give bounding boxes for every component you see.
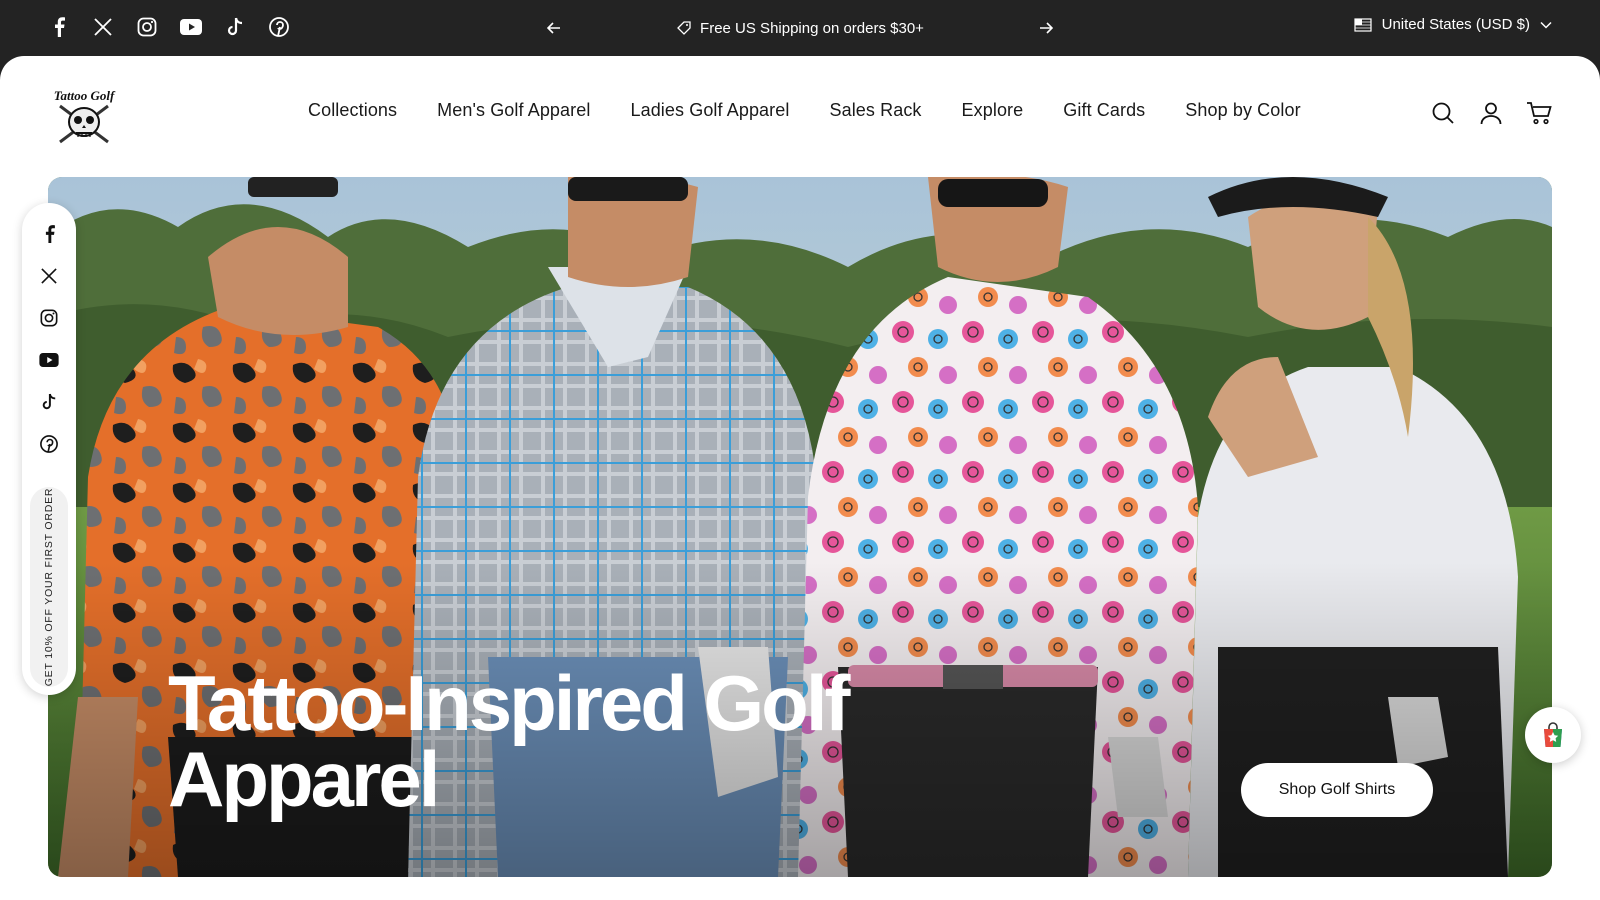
youtube-icon[interactable] [39,350,59,370]
shopping-bag-star-icon [1544,722,1562,747]
hero-title: Tattoo-Inspired Golf Apparel [168,659,850,823]
tiktok-icon[interactable] [39,392,59,412]
chevron-down-icon [1540,21,1552,29]
country-currency-selector[interactable]: United States (USD $) [1354,16,1552,33]
x-icon[interactable] [92,16,114,38]
youtube-icon[interactable] [180,16,202,38]
announcement-bar: Free US Shipping on orders $30+ United S… [0,0,1600,56]
hero-banner: Tattoo-Inspired Golf Apparel Shop Golf S… [48,177,1552,877]
account-icon[interactable] [1478,100,1504,126]
shipping-tag-icon [677,21,691,35]
header-actions [1430,100,1552,126]
promo-text: GET 10% OFF YOUR FIRST ORDER [43,487,55,687]
tiktok-icon[interactable] [224,16,246,38]
first-order-discount-tab[interactable]: GET 10% OFF YOUR FIRST ORDER [30,487,68,687]
page-content: Tattoo Golf Collections Men's Golf Appar… [0,56,1600,900]
facebook-icon[interactable] [39,224,59,244]
announcement-message[interactable]: Free US Shipping on orders $30+ [676,20,924,37]
nav-mens-golf-apparel[interactable]: Men's Golf Apparel [437,100,590,121]
x-icon[interactable] [39,266,59,286]
tattoo-golf-logo[interactable]: Tattoo Golf [48,86,120,146]
site-header: Tattoo Golf Collections Men's Golf Appar… [0,56,1600,174]
floating-social-rail: GET 10% OFF YOUR FIRST ORDER [22,203,76,695]
nav-ladies-golf-apparel[interactable]: Ladies Golf Apparel [630,100,789,121]
main-navigation: Collections Men's Golf Apparel Ladies Go… [308,100,1301,121]
announcement-carousel: Free US Shipping on orders $30+ [540,14,1060,42]
next-announcement-arrow-icon[interactable] [1032,14,1060,42]
top-social-links [48,16,290,38]
rewards-badge[interactable] [1525,707,1581,763]
instagram-icon[interactable] [39,308,59,328]
cart-icon[interactable] [1526,100,1552,126]
nav-explore[interactable]: Explore [962,100,1024,121]
locale-label: United States (USD $) [1381,16,1530,33]
flag-icon [1354,17,1372,32]
pinterest-icon[interactable] [39,434,59,454]
announcement-text: Free US Shipping on orders $30+ [700,19,924,37]
search-icon[interactable] [1430,100,1456,126]
instagram-icon[interactable] [136,16,158,38]
nav-gift-cards[interactable]: Gift Cards [1063,100,1145,121]
nav-shop-by-color[interactable]: Shop by Color [1185,100,1300,121]
facebook-icon[interactable] [48,16,70,38]
nav-sales-rack[interactable]: Sales Rack [829,100,921,121]
pinterest-icon[interactable] [268,16,290,38]
nav-collections[interactable]: Collections [308,100,397,121]
svg-text:Tattoo Golf: Tattoo Golf [54,88,116,103]
previous-announcement-arrow-icon[interactable] [540,14,568,42]
shop-golf-shirts-button[interactable]: Shop Golf Shirts [1241,763,1433,817]
